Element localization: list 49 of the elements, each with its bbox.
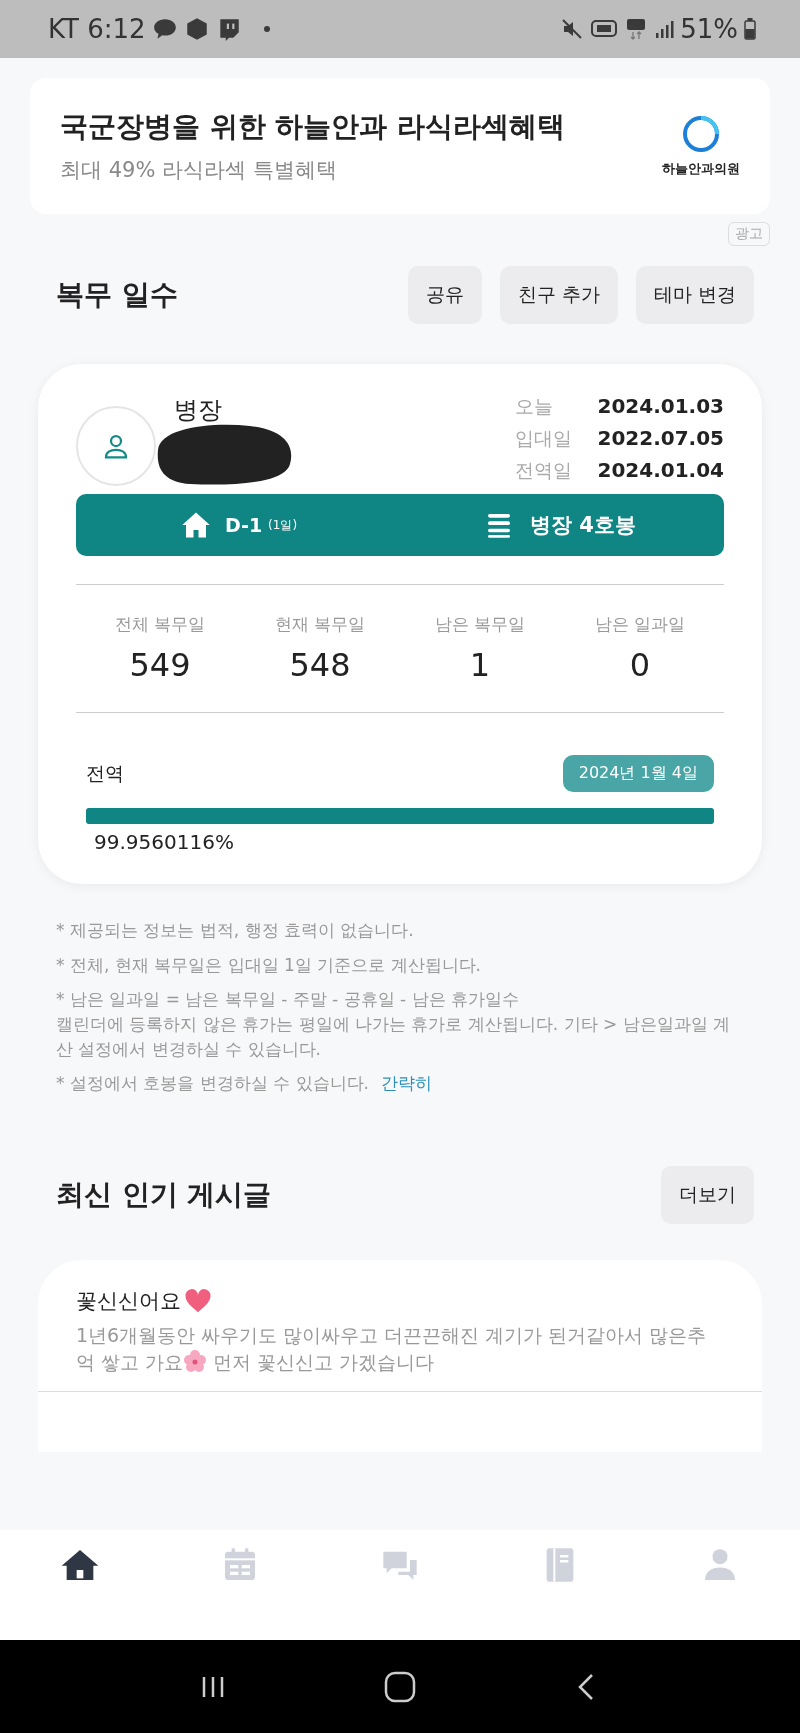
rank-label: 병장: [174, 395, 223, 426]
more-button[interactable]: 더보기: [661, 1165, 754, 1224]
dday-count: D-1: [224, 514, 263, 536]
action-button[interactable]: 공유: [407, 266, 482, 324]
list-icon: [488, 511, 511, 539]
section-title: 최신 인기 게시글: [56, 1176, 272, 1213]
signal-icon: [654, 19, 675, 39]
stat-value: 548: [289, 646, 351, 684]
dot-icon: [263, 26, 270, 32]
note-text: * 설정에서 호봉을 변경하실 수 있습니다. 간략히: [56, 1072, 433, 1096]
carrier-time: KT 6:12: [48, 14, 146, 44]
ad-subtitle: 최대 49% 라식라섹 특별혜택: [60, 157, 338, 184]
chat-bubble-icon: [151, 16, 178, 42]
avatar[interactable]: [76, 406, 156, 486]
battery-percent: 51%: [680, 14, 738, 44]
progress-percent: 99.9560116%: [94, 830, 234, 854]
ad-banner[interactable]: 국군장병을 위한 하늘안과 라식라섹혜택 최대 49% 라식라섹 특별혜택 하늘안과의원: [30, 78, 770, 214]
date-label: 입대일: [515, 426, 574, 451]
stat-value: 1: [469, 646, 491, 684]
flower-icon: [183, 1349, 208, 1374]
rank-grade: 병장 4호봉: [530, 512, 636, 539]
stat-value: 0: [629, 646, 651, 684]
discharge-date-badge: 2024년 1월 4일: [562, 755, 714, 792]
stat-label: 전체 복무일: [114, 613, 206, 636]
brand-name: 하늘안과의원: [662, 160, 740, 178]
date-label: 전역일: [515, 458, 574, 483]
action-button[interactable]: 친구 추가: [499, 266, 618, 324]
note-text: * 제공되는 정보는 법적, 행정 효력이 없습니다.: [56, 919, 415, 942]
date-value: 2022.07.05: [597, 426, 724, 450]
ring-logo-icon: [681, 114, 721, 154]
post-excerpt: 1년6개월동안 싸우기도 많이싸우고 더끈끈해진 계기가 된거같아서 많은추억 쌓고 가요 먼저 꽃신신고 가겠습니다: [76, 1322, 708, 1376]
battery-icon: [744, 18, 756, 40]
note-text: * 전체, 현재 복무일은 입대일 1일 기준으로 계산됩니다.: [56, 953, 482, 977]
stat-label: 남은 복무일: [434, 613, 526, 636]
section-title: 복무 일수: [56, 277, 178, 313]
date-label: 오늘: [515, 394, 555, 419]
stat-label: 현재 복무일: [274, 613, 366, 636]
stat-value: 549: [129, 646, 191, 684]
progress-label: 전역: [86, 760, 124, 786]
note-text: * 남은 일과일 = 남은 복무일 - 주말 - 공휴일 - 남은 휴가일수 캘린더에 등록하지 않은 휴가는 평일에 나가는 휴가로 계산됩니다. 기타 > 남은일과일 계산 설정에서 변경하실 수 있습니다.: [56, 988, 732, 1061]
home-button-icon[interactable]: [383, 1669, 417, 1704]
action-button[interactable]: 테마 변경: [635, 266, 754, 324]
ad-label: 광고: [728, 222, 770, 246]
date-value: 2024.01.04: [597, 458, 724, 482]
date-value: 2024.01.03: [597, 394, 724, 418]
post-title[interactable]: 꽃신신어요: [76, 1286, 181, 1315]
ad-title: 국군장병을 위한 하늘안과 라식라섹혜택: [60, 109, 567, 145]
dday-note: (1일): [268, 516, 298, 534]
stat-label: 남은 일과일: [594, 613, 686, 636]
